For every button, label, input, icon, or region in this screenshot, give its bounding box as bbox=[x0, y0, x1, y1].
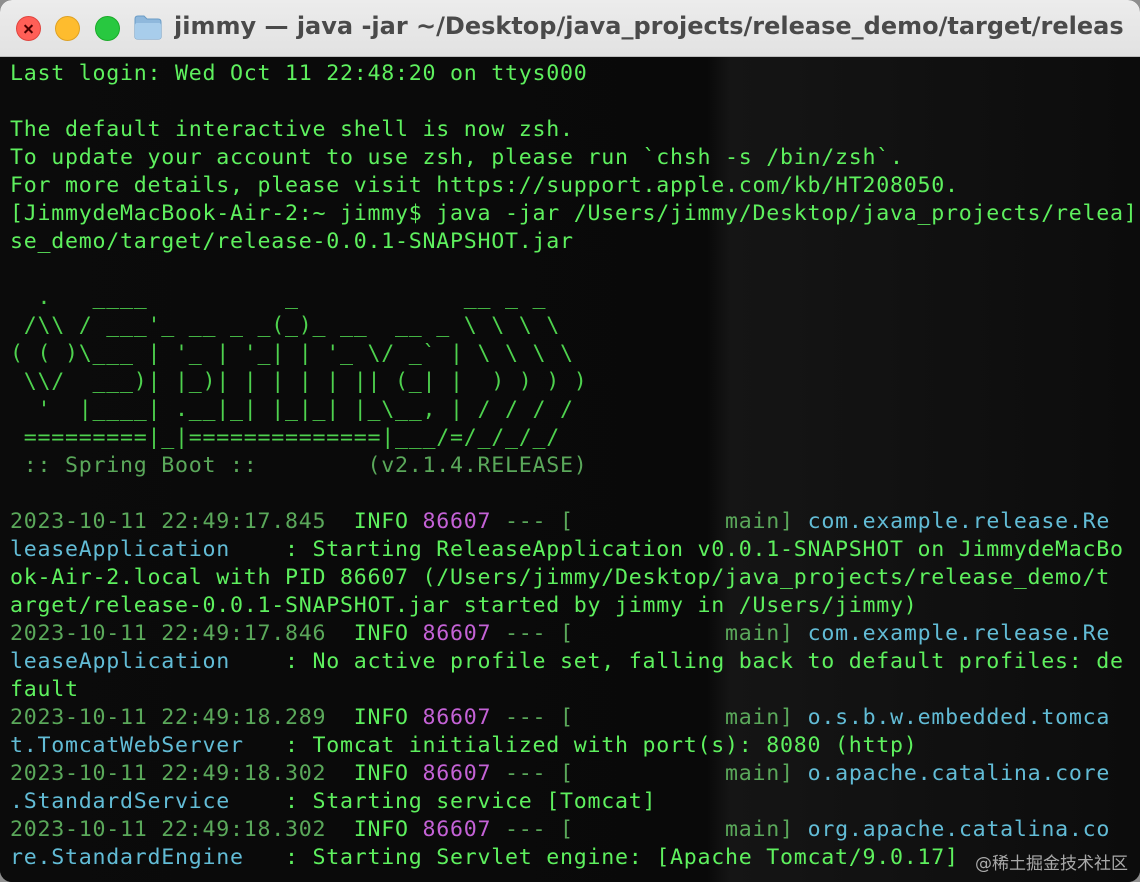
terminal-output: Last login: Wed Oct 11 22:48:20 on ttys0… bbox=[10, 60, 1140, 872]
terminal-text-segment: com.example.release.Re bbox=[807, 509, 1111, 534]
terminal-line: 2023-10-11 22:49:18.302 INFO 86607 --- [… bbox=[10, 760, 1140, 788]
terminal-text-segment: ' |____| .__|_| |_|_| |_\__, | / / / / bbox=[10, 397, 574, 422]
window-title: jimmy — java -jar ~/Desktop/java_project… bbox=[174, 12, 1124, 40]
terminal-text-segment: To update your account to use zsh, pleas… bbox=[10, 145, 904, 170]
terminal-line: re.StandardEngine : Starting Servlet eng… bbox=[10, 844, 1140, 872]
terminal-text-segment: leaseApplication bbox=[10, 537, 272, 562]
terminal-text-segment: : No active profile set, falling back to… bbox=[271, 649, 1124, 674]
terminal-text-segment: 2023-10-11 22:49:17.845 bbox=[10, 509, 354, 534]
terminal-text-segment: --- [ main] bbox=[491, 621, 808, 646]
terminal-line: :: Spring Boot :: (v2.1.4.RELEASE) bbox=[10, 452, 1140, 480]
terminal-line: 2023-10-11 22:49:17.846 INFO 86607 --- [… bbox=[10, 620, 1140, 648]
terminal-line: leaseApplication : No active profile set… bbox=[10, 648, 1140, 676]
terminal-text-segment: : Tomcat initialized with port(s): 8080 … bbox=[271, 733, 918, 758]
terminal-text-segment: .StandardService bbox=[10, 789, 272, 814]
close-button[interactable] bbox=[16, 16, 41, 41]
terminal-text-segment: org.apache.catalina.co bbox=[807, 817, 1111, 842]
terminal-text-segment: se_demo/target/release-0.0.1-SNAPSHOT.ja… bbox=[10, 229, 574, 254]
terminal-line: =========|_|==============|___/=/_/_/_/ bbox=[10, 424, 1140, 452]
terminal-line: ' |____| .__|_| |_|_| |_\__, | / / / / bbox=[10, 396, 1140, 424]
terminal-text-segment: t.TomcatWebServer bbox=[10, 733, 272, 758]
zoom-button[interactable] bbox=[95, 16, 120, 41]
terminal-line: arget/release-0.0.1-SNAPSHOT.jar started… bbox=[10, 592, 1140, 620]
terminal-line: Last login: Wed Oct 11 22:48:20 on ttys0… bbox=[10, 60, 1140, 88]
terminal-text-segment: 2023-10-11 22:49:17.846 bbox=[10, 621, 354, 646]
terminal-text-segment: INFO bbox=[353, 509, 423, 534]
terminal-text-segment: [JimmydeMacBook-Air-2:~ jimmy$ java -jar… bbox=[10, 201, 1138, 226]
terminal-text-segment: --- [ main] bbox=[491, 817, 808, 842]
terminal-line: se_demo/target/release-0.0.1-SNAPSHOT.ja… bbox=[10, 228, 1140, 256]
terminal-text-segment: INFO bbox=[353, 705, 423, 730]
terminal-line: .StandardService : Starting service [Tom… bbox=[10, 788, 1140, 816]
terminal-text-segment: : Starting ReleaseApplication v0.0.1-SNA… bbox=[271, 537, 1124, 562]
terminal-text-segment: 2023-10-11 22:49:18.302 bbox=[10, 761, 354, 786]
watermark: @稀土掘金技术社区 bbox=[975, 854, 1128, 874]
terminal-text-segment: INFO bbox=[353, 621, 423, 646]
terminal-text-segment: 86607 bbox=[422, 509, 492, 534]
terminal-text-segment: fault bbox=[10, 677, 79, 702]
minimize-button[interactable] bbox=[55, 16, 80, 41]
terminal-text-segment: Last login: Wed Oct 11 22:48:20 on ttys0… bbox=[10, 61, 588, 86]
terminal-line: To update your account to use zsh, pleas… bbox=[10, 144, 1140, 172]
terminal-text-segment: : Starting Servlet engine: [Apache Tomca… bbox=[271, 845, 959, 870]
terminal-text-segment: 86607 bbox=[422, 621, 492, 646]
terminal-line: t.TomcatWebServer : Tomcat initialized w… bbox=[10, 732, 1140, 760]
terminal-text-segment: INFO bbox=[353, 761, 423, 786]
terminal-line: The default interactive shell is now zsh… bbox=[10, 116, 1140, 144]
terminal-line: For more details, please visit https://s… bbox=[10, 172, 1140, 200]
terminal-text-segment: . ____ _ __ _ _ bbox=[10, 285, 547, 310]
terminal-text-segment: =========|_|==============|___/=/_/_/_/ bbox=[10, 425, 561, 450]
terminal-text-segment: For more details, please visit https://s… bbox=[10, 173, 959, 198]
terminal-text-segment: 2023-10-11 22:49:18.289 bbox=[10, 705, 354, 730]
terminal-line: leaseApplication : Starting ReleaseAppli… bbox=[10, 536, 1140, 564]
terminal-line: 2023-10-11 22:49:18.302 INFO 86607 --- [… bbox=[10, 816, 1140, 844]
terminal-text-segment: 86607 bbox=[422, 817, 492, 842]
terminal-text-segment: com.example.release.Re bbox=[807, 621, 1111, 646]
terminal-text-segment: arget/release-0.0.1-SNAPSHOT.jar started… bbox=[10, 593, 918, 618]
title-bar[interactable]: jimmy — java -jar ~/Desktop/java_project… bbox=[0, 0, 1140, 57]
terminal-line: fault bbox=[10, 676, 1140, 704]
terminal-text-segment: --- [ main] bbox=[491, 761, 808, 786]
terminal-line: 2023-10-11 22:49:17.845 INFO 86607 --- [… bbox=[10, 508, 1140, 536]
terminal-text-segment: :: Spring Boot :: (v2.1.4.RELEASE) bbox=[10, 453, 588, 478]
folder-icon bbox=[134, 15, 162, 40]
terminal-text-segment: o.s.b.w.embedded.tomca bbox=[807, 705, 1111, 730]
terminal-line: ok-Air-2.local with PID 86607 (/Users/ji… bbox=[10, 564, 1140, 592]
terminal-text-segment: re.StandardEngine bbox=[10, 845, 272, 870]
terminal-content[interactable]: Last login: Wed Oct 11 22:48:20 on ttys0… bbox=[0, 57, 1140, 882]
terminal-text-segment: --- [ main] bbox=[491, 705, 808, 730]
terminal-text-segment: ok-Air-2.local with PID 86607 (/Users/ji… bbox=[10, 565, 1111, 590]
terminal-text-segment: o.apache.catalina.core bbox=[807, 761, 1111, 786]
terminal-text-segment: \\/ ___)| |_)| | | | | || (_| | ) ) ) ) bbox=[10, 369, 588, 394]
terminal-line: . ____ _ __ _ _ bbox=[10, 284, 1140, 312]
terminal-text-segment: 86607 bbox=[422, 761, 492, 786]
terminal-line: [JimmydeMacBook-Air-2:~ jimmy$ java -jar… bbox=[10, 200, 1140, 228]
terminal-line: /\\ / ___'_ __ _ _(_)_ __ __ _ \ \ \ \ bbox=[10, 312, 1140, 340]
terminal-text-segment: 2023-10-11 22:49:18.302 bbox=[10, 817, 354, 842]
terminal-text-segment: : Starting service [Tomcat] bbox=[271, 789, 657, 814]
terminal-line: ( ( )\___ | '_ | '_| | '_ \/ _` | \ \ \ … bbox=[10, 340, 1140, 368]
terminal-text-segment: /\\ / ___'_ __ _ _(_)_ __ __ _ \ \ \ \ bbox=[10, 313, 561, 338]
terminal-text-segment: ( ( )\___ | '_ | '_| | '_ \/ _` | \ \ \ … bbox=[10, 341, 574, 366]
terminal-text-segment: leaseApplication bbox=[10, 649, 272, 674]
terminal-text-segment: INFO bbox=[353, 817, 423, 842]
terminal-text-segment: --- [ main] bbox=[491, 509, 808, 534]
terminal-line: 2023-10-11 22:49:18.289 INFO 86607 --- [… bbox=[10, 704, 1140, 732]
terminal-window: jimmy — java -jar ~/Desktop/java_project… bbox=[0, 0, 1140, 882]
terminal-line: \\/ ___)| |_)| | | | | || (_| | ) ) ) ) bbox=[10, 368, 1140, 396]
terminal-text-segment: 86607 bbox=[422, 705, 492, 730]
terminal-text-segment: The default interactive shell is now zsh… bbox=[10, 117, 574, 142]
